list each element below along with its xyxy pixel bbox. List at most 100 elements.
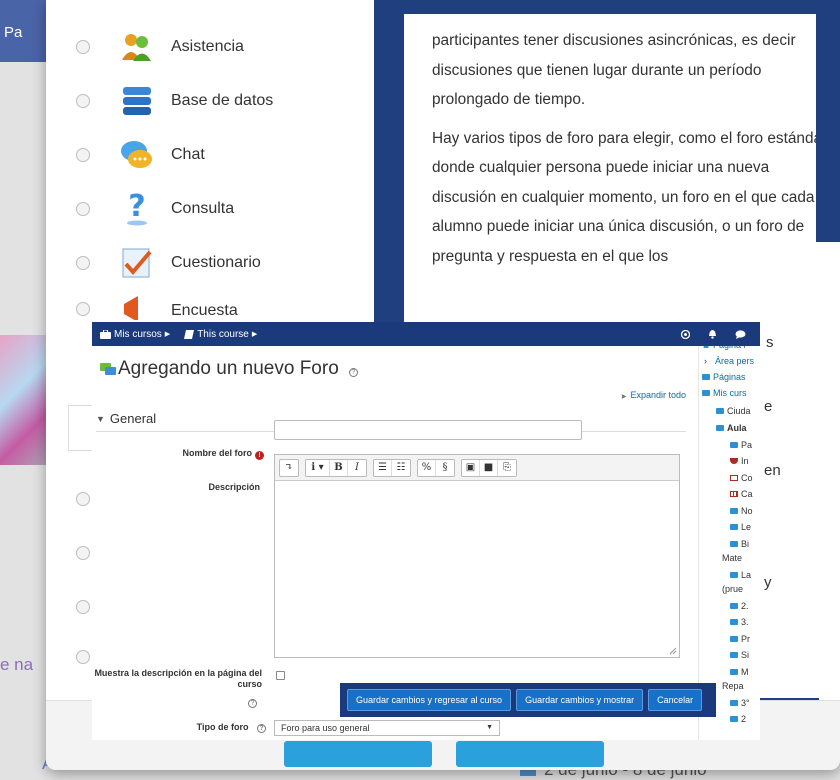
page-title: Agregando un nuevo Foro ?: [100, 358, 358, 380]
tree-item-label: 2: [741, 714, 747, 724]
tree-item[interactable]: In: [730, 456, 749, 466]
my-courses-menu[interactable]: Mis cursos ▶: [100, 329, 170, 340]
tree-item[interactable]: Si: [730, 650, 749, 660]
help-icon[interactable]: ?: [257, 724, 266, 733]
italic-icon[interactable]: I: [348, 460, 366, 476]
activity-label: Cuestionario: [171, 254, 261, 271]
required-icon: !: [255, 451, 264, 460]
resize-handle-icon[interactable]: [669, 647, 677, 655]
activity-radio[interactable]: [76, 302, 90, 316]
activity-option-cuestionario[interactable]: Cuestionario: [46, 236, 374, 290]
activity-option-consulta[interactable]: ? Consulta: [46, 182, 374, 236]
unordered-list-icon[interactable]: ☰: [374, 459, 392, 476]
cancel-button[interactable]: Cancelar: [648, 689, 703, 711]
activity-radio[interactable]: [76, 202, 90, 216]
tree-item[interactable]: Aula: [716, 423, 747, 433]
tree-item[interactable]: Le: [730, 522, 751, 532]
tree-item[interactable]: Repa: [722, 681, 744, 691]
question-icon: ?: [120, 192, 154, 226]
tree-item[interactable]: Bi: [730, 539, 749, 549]
bold-icon[interactable]: B: [330, 459, 348, 476]
help-icon[interactable]: ?: [348, 358, 358, 380]
unlink-icon[interactable]: §: [436, 460, 454, 476]
forum-icon: [100, 363, 116, 375]
tree-item[interactable]: 3.: [730, 617, 749, 627]
tree-item[interactable]: La: [730, 570, 751, 580]
tree-item[interactable]: › Área pers: [704, 356, 754, 366]
show-description-checkbox[interactable]: [276, 671, 285, 680]
link-icon[interactable]: %: [418, 459, 436, 476]
save-return-button[interactable]: Guardar cambios y regresar al curso: [347, 689, 512, 711]
settings-icon[interactable]: [681, 329, 690, 339]
expand-all-link[interactable]: ▶ Expandir todo: [622, 390, 686, 400]
tree-item[interactable]: (prue: [722, 584, 743, 594]
tree-item[interactable]: Pr: [730, 634, 750, 644]
expand-all-label: Expandir todo: [630, 390, 686, 400]
tree-item[interactable]: Mis curs: [702, 388, 747, 398]
forum-type-select[interactable]: Foro para uso general ▼: [274, 720, 500, 736]
forum-name-input[interactable]: [274, 420, 582, 440]
this-course-menu[interactable]: This course ▶: [184, 329, 257, 340]
activity-option-asistencia[interactable]: Asistencia: [46, 20, 374, 74]
tree-divider: [698, 346, 699, 740]
peek-letter: e: [764, 398, 773, 415]
media-icon[interactable]: ■: [480, 459, 498, 476]
this-course-label: This course: [197, 328, 249, 340]
tree-item[interactable]: 2.: [730, 601, 749, 611]
activity-radio[interactable]: [76, 40, 90, 54]
activity-option-base-de-datos[interactable]: Base de datos: [46, 74, 374, 128]
ordered-list-icon[interactable]: ☷: [392, 460, 410, 476]
activity-radio[interactable]: [76, 94, 90, 108]
tree-item-label: In: [741, 456, 749, 466]
save-display-button[interactable]: Guardar cambios y mostrar: [516, 689, 644, 711]
activity-radio[interactable]: [76, 650, 90, 664]
activity-label: Chat: [171, 146, 205, 163]
tree-item[interactable]: Páginas: [702, 372, 746, 382]
tree-item[interactable]: M: [730, 667, 749, 677]
activity-radio[interactable]: [76, 546, 90, 560]
add-button[interactable]: [284, 741, 432, 767]
chooser-side-bar: [816, 0, 840, 242]
folder-icon: [730, 603, 738, 609]
tree-item[interactable]: Ca: [730, 489, 753, 499]
tree-item-label: Ca: [741, 489, 753, 499]
tree-item-label: Página P: [713, 346, 750, 350]
help-icon[interactable]: ?: [248, 692, 257, 710]
activity-radio[interactable]: [76, 148, 90, 162]
tree-item[interactable]: Ciuda: [716, 406, 751, 416]
bell-icon[interactable]: [708, 329, 717, 339]
activity-option-chat[interactable]: Chat: [46, 128, 374, 182]
folder-icon: [730, 652, 738, 658]
chevron-down-icon: ▼: [486, 724, 493, 731]
activity-label: Consulta: [171, 200, 235, 217]
tree-item[interactable]: Pa: [730, 440, 752, 450]
tree-item[interactable]: Página P: [702, 346, 750, 350]
cancel-chooser-button[interactable]: [456, 741, 604, 767]
folder-icon: [730, 508, 738, 514]
folder-icon: [730, 669, 738, 675]
tree-item[interactable]: Co: [730, 473, 753, 483]
image-icon[interactable]: ▣: [462, 459, 480, 476]
tree-item[interactable]: Mate: [722, 553, 742, 563]
book-icon: [184, 329, 195, 339]
description-editor[interactable]: ↴ i ▾ B I ☰ ☷ % § ▣ ■ ⎘: [274, 454, 680, 658]
file-icon[interactable]: ⎘: [498, 460, 516, 476]
svg-text:?: ?: [128, 192, 145, 224]
tree-item[interactable]: 3°: [730, 698, 750, 708]
toolbar-toggle-icon[interactable]: ↴: [280, 460, 298, 476]
attendance-icon: [120, 30, 154, 64]
activity-radio[interactable]: [76, 256, 90, 270]
activity-radio[interactable]: [76, 492, 90, 506]
message-icon[interactable]: [735, 329, 746, 339]
tree-item[interactable]: 2: [730, 714, 746, 724]
activity-option-encuesta[interactable]: Encuesta: [46, 290, 374, 320]
tree-item-label: Área pers: [715, 356, 755, 366]
folder-icon: [730, 541, 738, 547]
background-link[interactable]: e na: [0, 655, 33, 675]
tree-item-label: Ciuda: [727, 406, 751, 416]
tree-item[interactable]: No: [730, 506, 753, 516]
info-dropdown-icon[interactable]: i ▾: [306, 459, 330, 476]
peek-letter: en: [764, 462, 781, 479]
activity-radio[interactable]: [76, 600, 90, 614]
activity-label: Encuesta: [171, 302, 238, 319]
